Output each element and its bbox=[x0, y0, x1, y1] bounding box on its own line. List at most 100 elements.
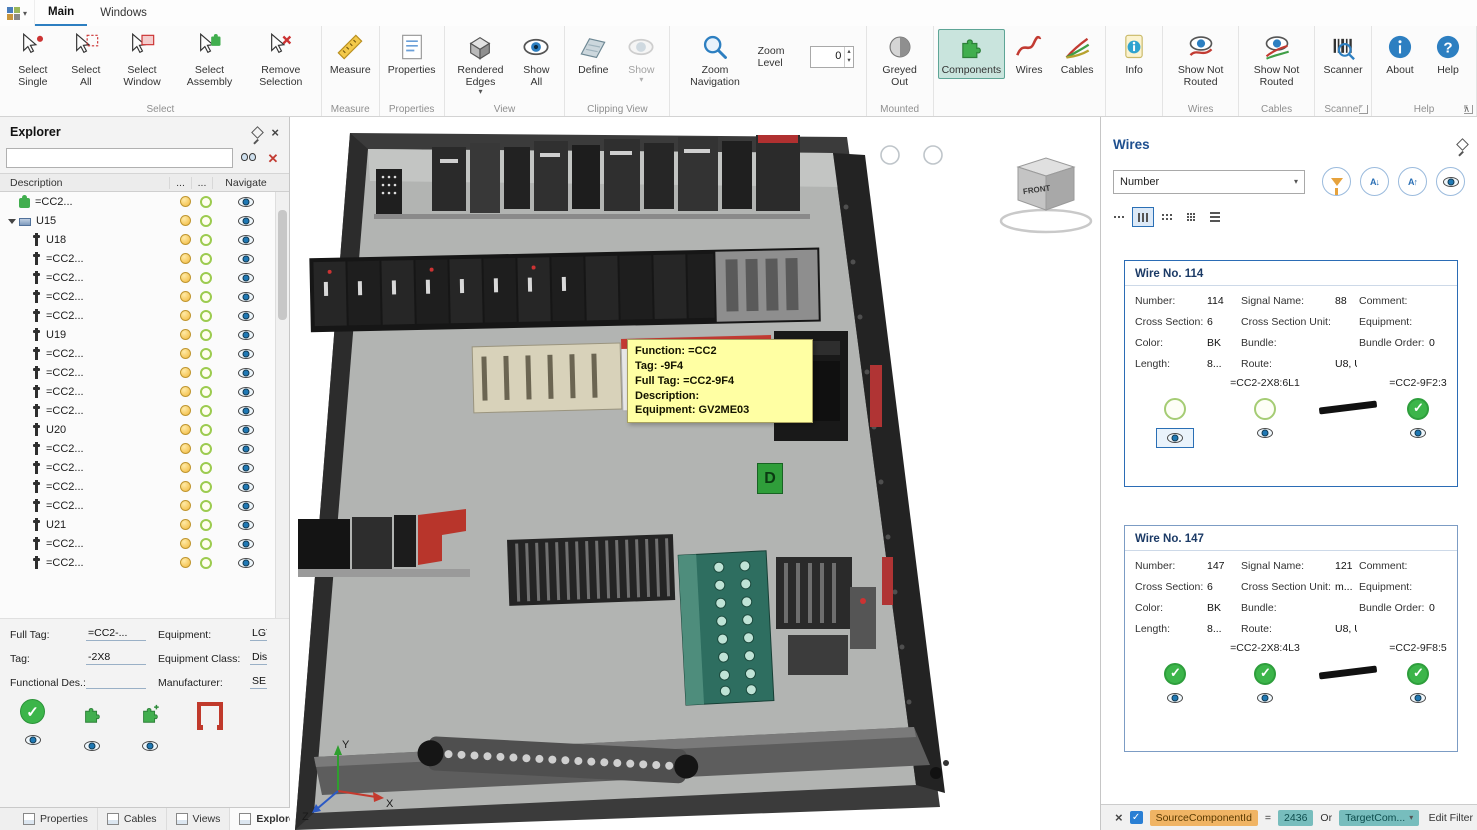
bulb-icon[interactable] bbox=[180, 348, 191, 359]
tree-row[interactable]: =CC2... bbox=[0, 477, 289, 496]
bulb-icon[interactable] bbox=[180, 272, 191, 283]
status-circle-icon[interactable] bbox=[200, 557, 212, 569]
status-circle-icon[interactable] bbox=[200, 538, 212, 550]
eye-icon[interactable] bbox=[238, 425, 254, 435]
tree-row[interactable]: =CC2... bbox=[0, 382, 289, 401]
tab-views[interactable]: Views bbox=[167, 808, 231, 830]
wire-card-147[interactable]: Wire No. 147 Number: 147 Signal Name: 12… bbox=[1124, 525, 1458, 752]
show-not-routed-wires-button[interactable]: Show Not Routed bbox=[1167, 29, 1234, 91]
eye-icon[interactable] bbox=[238, 216, 254, 226]
pin-icon[interactable] bbox=[1456, 138, 1469, 151]
sort-descending-button[interactable]: A↑ bbox=[1398, 167, 1427, 196]
tree-row[interactable]: =CC2... bbox=[0, 458, 289, 477]
bulb-icon[interactable] bbox=[180, 196, 191, 207]
connector-bracket-icon[interactable] bbox=[197, 702, 223, 728]
tree-row[interactable]: U15 bbox=[0, 211, 289, 230]
eye-icon[interactable] bbox=[238, 482, 254, 492]
eye-icon[interactable] bbox=[238, 558, 254, 568]
spin-down-icon[interactable]: ▾ bbox=[845, 56, 852, 65]
selected-eye-box[interactable] bbox=[1156, 428, 1194, 448]
find-button[interactable] bbox=[238, 149, 258, 167]
zoom-level-spinner[interactable]: 0 ▴ ▾ bbox=[810, 46, 853, 68]
eye-icon[interactable] bbox=[238, 539, 254, 549]
remove-selection-button[interactable]: Remove Selection bbox=[245, 29, 317, 91]
bulb-icon[interactable] bbox=[180, 310, 191, 321]
status-circle-icon[interactable] bbox=[200, 500, 212, 512]
status-circle-icon[interactable] bbox=[200, 329, 212, 341]
tree-row[interactable]: U21 bbox=[0, 515, 289, 534]
view-mode-grid-small-button[interactable] bbox=[1180, 207, 1202, 227]
tree-row[interactable]: U20 bbox=[0, 420, 289, 439]
eye-icon[interactable] bbox=[238, 235, 254, 245]
bulb-icon[interactable] bbox=[180, 291, 191, 302]
tab-cables[interactable]: Cables bbox=[98, 808, 167, 830]
status-circle-icon[interactable] bbox=[200, 462, 212, 474]
view-mode-bars-button[interactable] bbox=[1132, 207, 1154, 227]
tree-row[interactable]: =CC2... bbox=[0, 553, 289, 572]
tab-windows[interactable]: Windows bbox=[87, 0, 160, 26]
dialog-launcher-icon[interactable] bbox=[1359, 105, 1368, 114]
collapse-ribbon-icon[interactable]: ∧ bbox=[1463, 104, 1470, 115]
filter-enabled-checkbox[interactable]: ✓ bbox=[1130, 811, 1143, 824]
eye-icon[interactable] bbox=[238, 197, 254, 207]
tree-row[interactable]: =CC2... bbox=[0, 363, 289, 382]
status-circle-icon[interactable] bbox=[200, 405, 212, 417]
eye-icon[interactable] bbox=[238, 273, 254, 283]
eye-icon[interactable] bbox=[1410, 693, 1426, 703]
bulb-icon[interactable] bbox=[180, 424, 191, 435]
zoom-navigation-button[interactable]: Zoom Navigation bbox=[674, 29, 755, 91]
bulb-icon[interactable] bbox=[180, 557, 191, 568]
bulb-icon[interactable] bbox=[180, 367, 191, 378]
measure-button[interactable]: Measure bbox=[326, 29, 375, 79]
wire-card-114[interactable]: Wire No. 114 Number: 114 Signal Name: 88… bbox=[1124, 260, 1458, 487]
edit-filter-button[interactable]: Edit Filter bbox=[1429, 812, 1475, 824]
bulb-icon[interactable] bbox=[180, 234, 191, 245]
eye-icon[interactable] bbox=[238, 501, 254, 511]
scrollbar-thumb[interactable] bbox=[278, 210, 287, 320]
column-description[interactable]: Description bbox=[0, 177, 169, 189]
greyed-out-button[interactable]: Greyed Out bbox=[871, 29, 929, 91]
eye-icon[interactable] bbox=[1410, 428, 1426, 438]
selected-component-marker[interactable]: D bbox=[757, 463, 783, 494]
status-circle-icon[interactable] bbox=[200, 481, 212, 493]
viewport-3d[interactable]: FRONT Y X Z D Function: =CC2 Tag: -9F4 F… bbox=[290, 117, 1100, 830]
eye-icon[interactable] bbox=[238, 330, 254, 340]
eye-icon[interactable] bbox=[238, 311, 254, 321]
bulb-icon[interactable] bbox=[180, 519, 191, 530]
wires-button[interactable]: Wires bbox=[1005, 29, 1053, 79]
tree-scrollbar[interactable] bbox=[275, 192, 289, 618]
eye-icon[interactable] bbox=[238, 463, 254, 473]
status-circle-icon[interactable] bbox=[200, 386, 212, 398]
eye-icon[interactable] bbox=[238, 254, 254, 264]
tree-row[interactable]: =CC2... bbox=[0, 306, 289, 325]
status-circle-icon[interactable] bbox=[200, 196, 212, 208]
bulb-icon[interactable] bbox=[180, 329, 191, 340]
bulb-icon[interactable] bbox=[180, 405, 191, 416]
column-dots-1[interactable]: ... bbox=[169, 177, 191, 189]
tree-row[interactable]: =CC2... bbox=[0, 268, 289, 287]
tree-row[interactable]: =CC2... bbox=[0, 344, 289, 363]
view-mode-dots-button[interactable] bbox=[1108, 207, 1130, 227]
status-circle-icon[interactable] bbox=[200, 253, 212, 265]
navigation-cube[interactable]: FRONT bbox=[1001, 158, 1091, 232]
status-circle-icon[interactable] bbox=[200, 443, 212, 455]
about-button[interactable]: About bbox=[1376, 29, 1424, 79]
tree-row[interactable]: =CC2... bbox=[0, 249, 289, 268]
rendered-edges-button[interactable]: Rendered Edges ▾ bbox=[449, 29, 513, 99]
filter-target-chip[interactable]: TargetCom... ▾ bbox=[1339, 810, 1419, 826]
chevron-expanded-icon[interactable] bbox=[6, 215, 18, 227]
bulb-icon[interactable] bbox=[180, 215, 191, 226]
select-all-button[interactable]: Select All bbox=[62, 29, 110, 91]
select-window-button[interactable]: Select Window bbox=[110, 29, 174, 91]
sort-field-dropdown[interactable]: Number ▾ bbox=[1113, 170, 1305, 194]
tree-row[interactable]: U19 bbox=[0, 325, 289, 344]
tree-row[interactable]: =CC2... bbox=[0, 401, 289, 420]
show-clipping-button[interactable]: Show ▾ bbox=[617, 29, 665, 87]
view-mode-grid-button[interactable] bbox=[1156, 207, 1178, 227]
eye-icon[interactable] bbox=[238, 520, 254, 530]
show-not-routed-cables-button[interactable]: Show Not Routed bbox=[1243, 29, 1310, 91]
eye-icon[interactable] bbox=[25, 735, 41, 745]
clear-search-icon[interactable]: ✕ bbox=[263, 152, 283, 165]
bulb-icon[interactable] bbox=[180, 481, 191, 492]
status-circle-icon[interactable] bbox=[200, 367, 212, 379]
